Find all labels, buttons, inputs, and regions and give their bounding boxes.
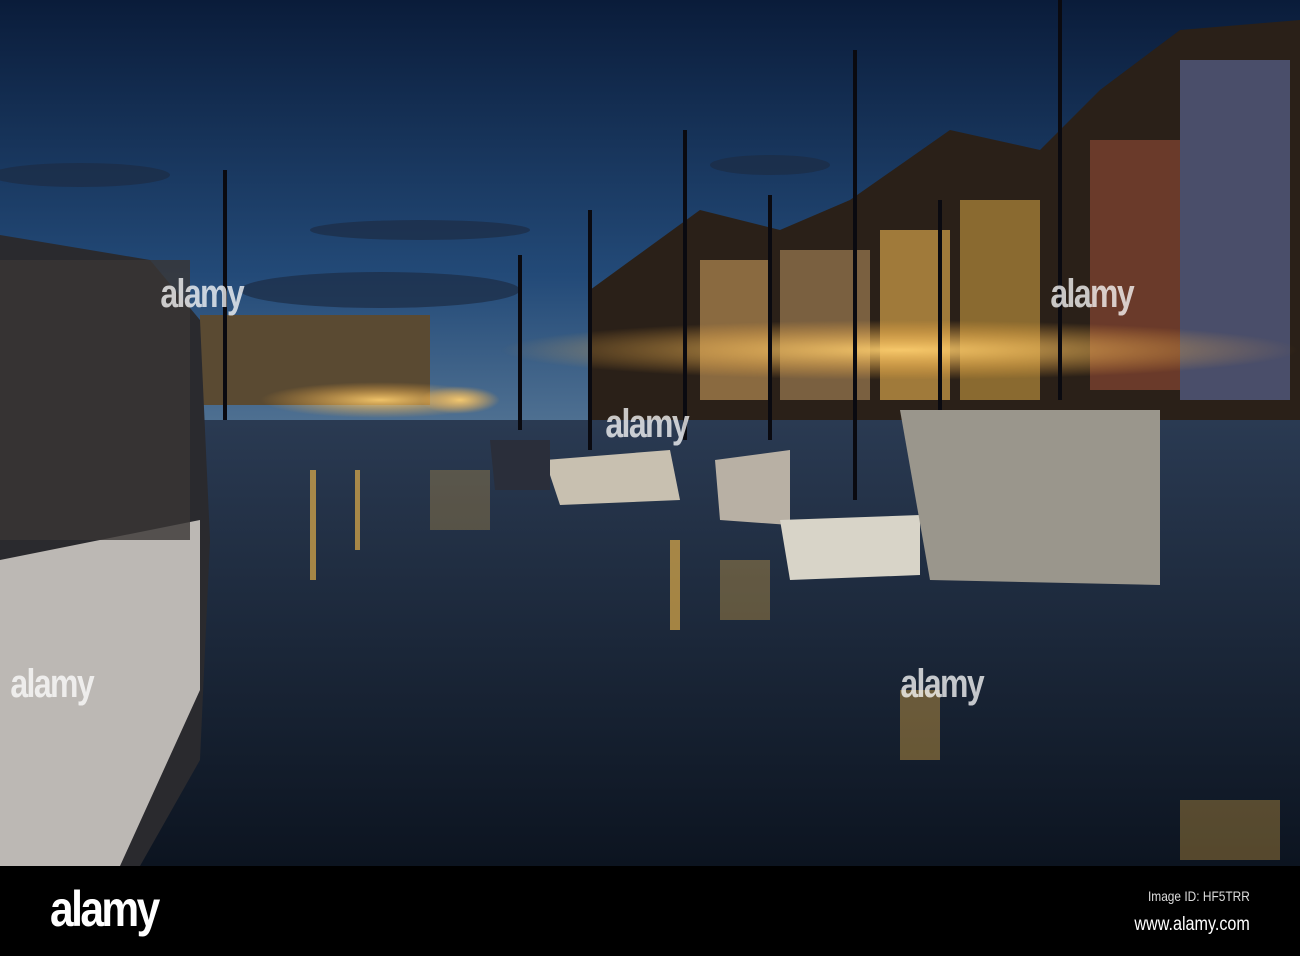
watermark: alamy	[605, 402, 689, 446]
image-id: Image ID: HF5TRR	[1148, 888, 1250, 904]
website-url: www.alamy.com	[1134, 914, 1250, 935]
alamy-logo: alamy	[50, 881, 160, 937]
footer-bar: alamy Image ID: HF5TRR www.alamy.com	[0, 866, 1300, 956]
watermark: alamy	[1050, 272, 1134, 316]
stock-photo-page: alamy alamy alamy alamy alamy alamy Imag…	[0, 0, 1300, 956]
watermark: alamy	[10, 662, 94, 706]
watermark: alamy	[160, 272, 244, 316]
watermark: alamy	[900, 662, 984, 706]
houseboat-left	[0, 235, 210, 866]
